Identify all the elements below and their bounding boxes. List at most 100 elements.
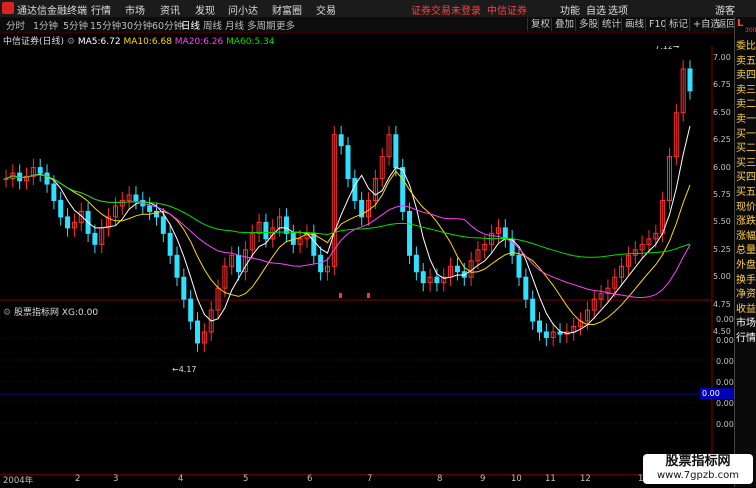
quote-panel-label: 卖一 — [736, 114, 756, 125]
toolbar-diejia[interactable]: 叠加 — [551, 18, 577, 31]
time-tick-label: 6 — [307, 474, 313, 484]
candle-body — [557, 331, 563, 335]
candle-body — [147, 205, 153, 212]
price-tick-label: 5.50 — [713, 217, 731, 227]
app-logo-icon — [2, 2, 14, 14]
period-weekly[interactable]: 周线 — [203, 18, 222, 32]
time-tick-label: 3 — [113, 474, 119, 484]
high-marker: 7.12→ — [655, 46, 680, 51]
candle-body — [352, 178, 358, 201]
menu-wenxiaoda[interactable]: 问小达 — [228, 2, 258, 17]
signal-marker — [339, 293, 342, 298]
period-fenshi[interactable]: 分时 — [6, 18, 25, 32]
candle-body — [420, 271, 426, 284]
quote-panel-label: 卖四 — [736, 70, 756, 82]
candle-body — [543, 331, 549, 338]
period-multi[interactable]: 多周期 — [247, 18, 276, 32]
quote-panel-label: 买三 — [736, 157, 756, 169]
quote-panel-label: 买四 — [736, 172, 756, 184]
price-tick-label: 7.00 — [713, 53, 731, 62]
quote-panel-label: 涨跌 — [736, 216, 756, 228]
time-tick-label: 8 — [437, 474, 443, 484]
toolbar-back[interactable]: 返回 — [713, 18, 735, 31]
candle-body — [400, 167, 406, 212]
period-monthly[interactable]: 月线 — [225, 18, 244, 32]
period-daily[interactable]: 日线 — [181, 18, 200, 32]
candle-body — [311, 232, 317, 256]
candle-body — [318, 254, 324, 273]
period-1min[interactable]: 1分钟 — [33, 18, 58, 32]
menu-shichang[interactable]: 市场 — [125, 2, 145, 17]
time-tick-label: 2 — [75, 474, 81, 484]
candle-body — [65, 216, 71, 229]
menu-caifuquan[interactable]: 财富圈 — [272, 2, 302, 17]
quote-panel-label: 市场 — [736, 318, 756, 330]
indicator-tick-label: 0.00 — [716, 378, 734, 387]
candle-body — [530, 298, 536, 322]
quote-panel-label: 卖三 — [736, 84, 756, 96]
candle-body — [502, 227, 508, 240]
price-tick-label: 4.75 — [713, 299, 731, 309]
indicator-current-value: 0.00 — [700, 388, 735, 399]
time-tick-label: 2004年 — [3, 476, 34, 486]
candle-body — [413, 254, 419, 273]
candle-body — [687, 68, 693, 92]
toolbar-huaxian[interactable]: 画线 — [621, 18, 647, 31]
candle-body — [523, 276, 529, 300]
menu-gongneng[interactable]: 功能 — [560, 2, 580, 17]
candle-body — [51, 183, 57, 201]
period-5min[interactable]: 5分钟 — [63, 18, 88, 32]
candle-body — [167, 232, 173, 256]
toolbar-fuquan[interactable]: 复权 — [527, 18, 553, 31]
candle-body — [174, 254, 180, 278]
quote-panel-label: 卖二 — [736, 99, 756, 111]
broker-name[interactable]: 中信证券 — [487, 2, 527, 17]
candle-body — [195, 320, 201, 344]
period-30min[interactable]: 30分钟 — [121, 18, 152, 32]
menu-zixuan[interactable]: 自选 — [586, 2, 606, 17]
price-tick-label: 6.25 — [713, 135, 731, 145]
quote-panel-label: 买一 — [736, 128, 756, 140]
price-tick-label: 6.50 — [713, 107, 731, 117]
price-tick-label: 5.75 — [713, 190, 731, 199]
menu-jiaoyi[interactable]: 交易 — [316, 2, 336, 17]
candle-body — [263, 221, 269, 240]
candle-body — [338, 134, 344, 147]
candle-body — [188, 298, 194, 322]
menu-youke[interactable]: 游客 — [715, 2, 735, 17]
candle-body — [133, 194, 139, 201]
menu-faxian[interactable]: 发现 — [195, 2, 215, 17]
quote-panel-label: 买二 — [736, 143, 756, 155]
time-tick-label: 11 — [545, 474, 556, 484]
indicator-tick-label: 0.00 — [716, 420, 734, 429]
login-status[interactable]: 证券交易未登录 — [411, 2, 481, 17]
candle-body — [58, 199, 64, 218]
price-tick-label: 4.50 — [713, 327, 731, 336]
menu-xuanxiang[interactable]: 选项 — [608, 2, 628, 17]
candle-body — [37, 167, 43, 174]
toolbar-biaoji[interactable]: 标记 — [665, 18, 691, 31]
period-15min[interactable]: 15分钟 — [90, 18, 121, 32]
period-more[interactable]: 更多 — [276, 18, 295, 32]
indicator-tick-label: 0.00 — [716, 336, 734, 345]
quote-panel: L 300 委比 卖五 卖四 卖三 卖二 卖一 买一 买二 买三 买四 买五 现价 涨跌 涨幅 总量 外盘 换手… — [734, 17, 756, 487]
price-chart[interactable]: 7.12→ ←4.17 — [0, 46, 734, 474]
quote-panel-L: L — [737, 18, 744, 29]
menu-zixun[interactable]: 资讯 — [160, 2, 180, 17]
site-watermark: 股票指标网 www.7gpzb.com — [643, 454, 753, 484]
price-tick-label: 5.25 — [713, 244, 731, 254]
price-tick-label: 6.75 — [713, 80, 731, 90]
quote-panel-label: 净资 — [736, 289, 756, 301]
period-60min[interactable]: 60分钟 — [152, 18, 183, 32]
candle-body — [181, 276, 187, 300]
candle-body — [283, 216, 289, 234]
quote-panel-label: 行情 — [736, 333, 756, 344]
quote-panel-label: 外盘 — [736, 260, 756, 271]
time-tick-label: 4 — [178, 474, 184, 484]
time-tick-label: 10 — [511, 474, 522, 484]
indicator-tick-label: 0.00 — [716, 357, 734, 366]
menu-hangqing[interactable]: 行情 — [91, 2, 111, 17]
indicator-tick-label: 0.00 — [716, 315, 734, 324]
time-tick-label: 5 — [243, 474, 249, 484]
candle-body — [537, 320, 543, 333]
